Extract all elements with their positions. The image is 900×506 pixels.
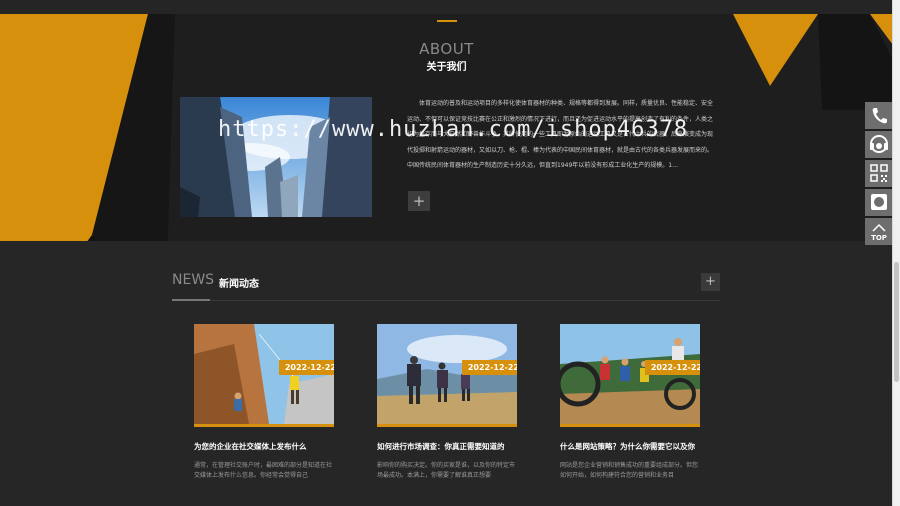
news-card-date: 2022-12-22 (461, 360, 517, 375)
news-card-image-cyclists[interactable]: 2022-12-22 (560, 324, 700, 427)
news-title-cn: 新闻动态 (219, 279, 259, 290)
about-city-photo (180, 97, 372, 217)
phone-icon (872, 108, 887, 124)
news-divider-accent (172, 299, 210, 301)
watermark-url: https://www.huzhan.com/ishop46378 (218, 117, 689, 142)
news-card-desc: 影响你的购买决定。你的买家是谁，以及你的特定市场最成功。本满上，你需要了解谁真正… (377, 462, 516, 479)
news-card-title[interactable]: 为您的企业在社交媒体上发布什么 (194, 441, 334, 452)
qrcode-icon (870, 164, 888, 182)
news-card-date: 2022-12-22 (278, 360, 334, 375)
news-card[interactable]: 2022-12-22 为您的企业在社交媒体上发布什么 通常，在管理社交账户时，最… (194, 324, 334, 481)
back-to-top-label: TOP (871, 234, 887, 242)
news-card-desc: 网站是您企业营销和销售成功的重要组成部分。但您如何开始，如何构建符合您的营销和业… (560, 462, 699, 479)
news-card-image-hikers[interactable]: 2022-12-22 (377, 324, 517, 427)
page: ABOUT 关于我们 体育运动的普及和运动项目的多样化使体育器材的种类、规格等都… (0, 0, 893, 506)
about-title-cn: 关于我们 (426, 62, 467, 73)
news-card-date: 2022-12-22 (644, 360, 700, 375)
side-weixin-button[interactable] (865, 189, 893, 216)
news-title-en: NEWS (172, 272, 215, 288)
news-divider (172, 300, 720, 301)
side-qrcode-button[interactable] (865, 160, 893, 187)
headset-icon (870, 135, 888, 153)
news-card-desc: 通常，在管理社交账户时，最困难的部分是知道在社交媒体上发布什么信息。你经常会觉得… (194, 462, 333, 479)
side-service-button[interactable] (865, 131, 893, 158)
about-more-button[interactable]: + (408, 191, 430, 211)
news-more-button[interactable]: + (701, 273, 720, 291)
news-card-title[interactable]: 如何进行市场调查：你真正需要知道的 (377, 441, 517, 452)
news-card[interactable]: 2022-12-22 如何进行市场调查：你真正需要知道的 影响你的购买决定。你的… (377, 324, 517, 481)
back-to-top-button[interactable]: TOP (865, 218, 893, 245)
weixin-icon (871, 194, 887, 210)
news-card[interactable]: 2022-12-22 什么是网站策略？为什么你需要它以及你 网站是您企业营销和销… (560, 324, 700, 481)
floating-side-toolbar: TOP (865, 102, 893, 247)
about-title-en: ABOUT (419, 40, 474, 58)
page-scrollbar[interactable] (892, 0, 900, 506)
news-card-image-climber[interactable]: 2022-12-22 (194, 324, 334, 427)
news-card-title[interactable]: 什么是网站策略？为什么你需要它以及你 (560, 441, 700, 452)
side-phone-button[interactable] (865, 102, 893, 129)
about-accent-mark (437, 20, 457, 22)
scrollbar-thumb[interactable] (894, 262, 899, 382)
